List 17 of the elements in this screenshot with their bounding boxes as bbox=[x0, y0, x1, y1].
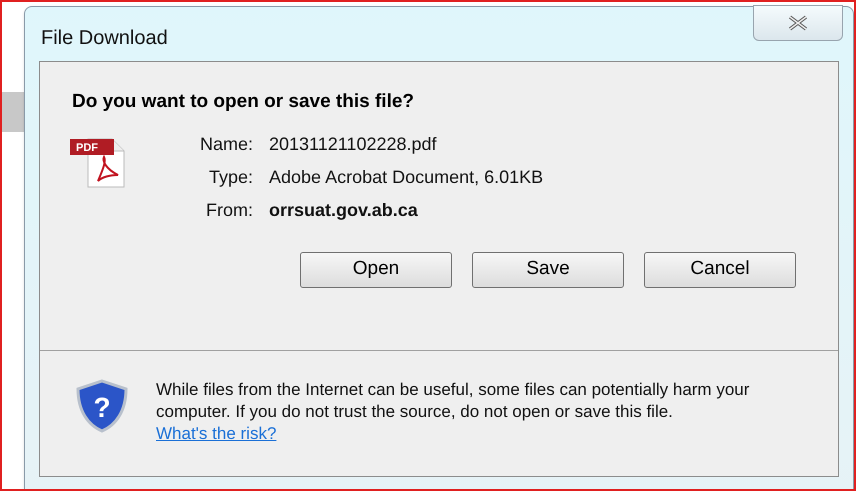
window-title: File Download bbox=[41, 26, 168, 51]
dialog-button[interactable]: Save bbox=[472, 252, 624, 288]
detail-label: From: bbox=[205, 198, 254, 222]
security-shield-icon: ? bbox=[76, 379, 128, 433]
detail-value: Adobe Acrobat Document, 6.01KB bbox=[269, 166, 544, 188]
risk-link[interactable]: What's the risk? bbox=[156, 424, 276, 443]
dialog-button[interactable]: Open bbox=[300, 252, 452, 288]
question-heading: Do you want to open or save this file? bbox=[72, 90, 416, 114]
close-button[interactable] bbox=[753, 5, 843, 41]
detail-value: orrsuat.gov.ab.ca bbox=[269, 198, 419, 222]
close-icon bbox=[787, 15, 809, 31]
detail-label: Name: bbox=[200, 132, 254, 156]
warning-text: While files from the Internet can be useful, some files can potentially harm your computer. If you do not trust the source, do not open or save this file. What's the risk? bbox=[156, 379, 750, 445]
background-window-edge bbox=[2, 92, 26, 132]
detail-label: Type: bbox=[208, 166, 254, 189]
detail-value: 20131121102228.pdf bbox=[269, 132, 438, 156]
dialog-button[interactable]: Cancel bbox=[644, 252, 796, 288]
